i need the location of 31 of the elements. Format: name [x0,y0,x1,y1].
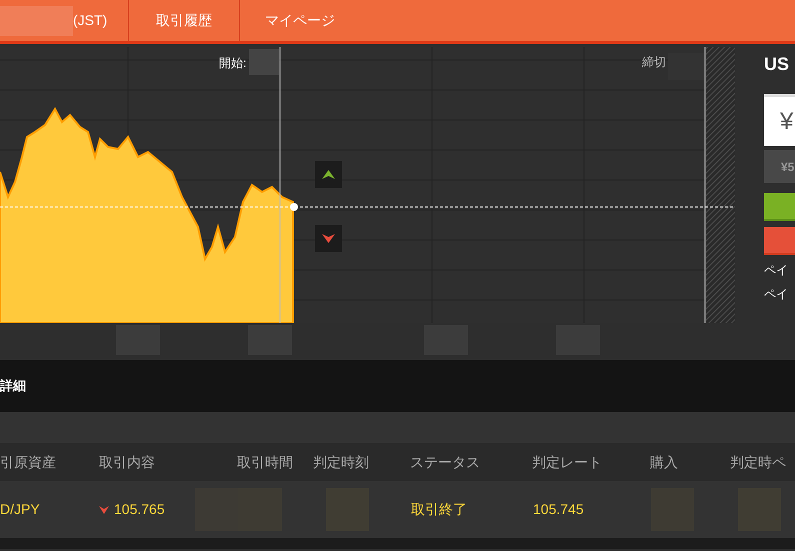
high-button[interactable] [315,161,342,188]
column-header: 取引内容 [99,452,156,472]
nav-link[interactable]: 取引履歴 [129,0,240,41]
table-cell-text: 105.765 [114,500,165,519]
table-cell-text: 取引終了 [411,500,468,519]
table-cell-text: D/JPY [0,500,41,519]
start-label: 開始: [219,55,246,72]
column-header: ステータス [410,452,481,472]
blank-block [249,49,279,75]
column-header: 判定時ペ [730,452,787,472]
column-header: 判定時刻 [313,452,370,472]
column-header: 購入 [650,452,679,472]
column-header: 取引時間 [236,452,294,472]
price-display: ¥ [764,94,795,146]
table-cell-text: 105.745 [533,500,585,519]
current-rate-dot [290,203,298,211]
column-header: 引原資産 [0,452,57,472]
end-label: 締切 [642,54,666,71]
low-button[interactable] [315,225,342,252]
nav-link[interactable]: マイページ [240,0,360,41]
down-arrow-icon [322,234,335,243]
amount-field[interactable]: ¥5 [764,150,795,183]
payout-label: ペイ [764,262,789,279]
blank-block [668,53,704,80]
payout-label: ペイ [764,286,789,303]
section-title: 詳細 [0,377,26,396]
up-arrow-icon [322,170,335,179]
asset-title: US [764,53,790,76]
column-header: 判定レート [532,452,603,472]
clock-label: (JST) [73,11,108,30]
down-arrow-icon [99,506,109,514]
